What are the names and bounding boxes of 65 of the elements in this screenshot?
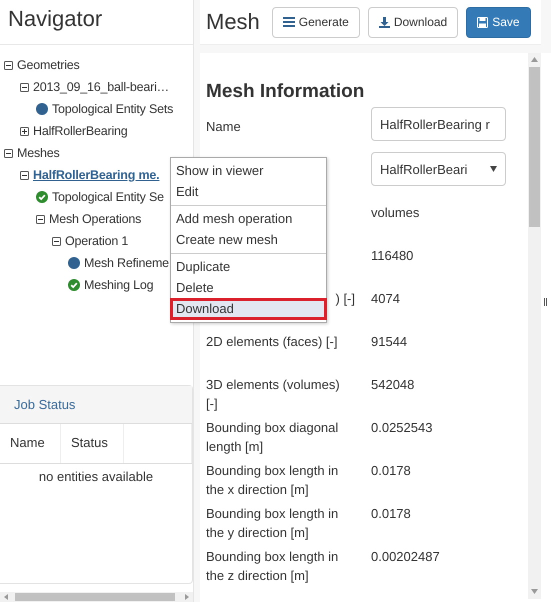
collapse-icon[interactable] <box>20 82 29 92</box>
page-title: Mesh <box>206 9 260 35</box>
field-value: 0.0178 <box>371 505 412 523</box>
collapse-icon[interactable] <box>20 170 29 180</box>
navigator-title: Navigator <box>0 0 193 45</box>
field-value: 542048 <box>371 376 416 394</box>
grip-icon[interactable] <box>544 298 547 306</box>
check-icon <box>68 279 80 291</box>
collapse-icon[interactable] <box>4 60 13 70</box>
check-icon <box>36 191 48 203</box>
menu-item[interactable]: Delete <box>171 278 326 298</box>
tree-item[interactable]: HalfRollerBearing <box>33 124 128 138</box>
horizontal-scrollbar[interactable] <box>0 592 193 602</box>
tree-item[interactable]: 2013_09_16_ball-beari… <box>33 80 169 94</box>
caret-icon <box>490 166 497 172</box>
tree-item[interactable]: Meshes <box>17 146 60 160</box>
tree-item[interactable]: HalfRollerBearing me. <box>33 168 160 182</box>
tree-item[interactable]: Mesh Refineme <box>84 256 169 270</box>
collapse-icon[interactable] <box>4 148 13 158</box>
geometry-select[interactable]: HalfRollerBeari <box>371 152 506 186</box>
circle-icon <box>36 103 48 115</box>
field-label: Bounding box diagonal length [m] <box>206 419 340 456</box>
menu-item[interactable]: Create new mesh <box>171 230 326 250</box>
menu-item[interactable]: Duplicate <box>171 257 326 277</box>
expand-icon[interactable] <box>20 126 29 136</box>
panel-title: Job Status <box>0 386 192 424</box>
tree-item[interactable]: Mesh Operations <box>49 212 142 226</box>
name-field[interactable]: HalfRollerBearing r <box>371 107 506 141</box>
field-value: volumes <box>371 204 420 222</box>
download-button[interactable]: Download <box>368 6 458 38</box>
save-icon <box>477 16 488 28</box>
menu-item[interactable]: Show in viewer <box>171 161 326 181</box>
field-value: 91544 <box>371 333 408 351</box>
field-label: Bounding box length in the x direction [m] <box>206 462 340 499</box>
field-label: ) [-] <box>336 291 355 306</box>
save-button[interactable]: Save <box>466 6 531 38</box>
field-label: 2D elements (faces) [-] <box>206 333 338 351</box>
column-header[interactable]: Status <box>61 424 124 463</box>
empty-message: no entities available <box>38 468 154 486</box>
field-value: 0.0178 <box>371 462 412 480</box>
vertical-scrollbar[interactable] <box>528 53 541 599</box>
collapse-icon[interactable] <box>52 236 61 246</box>
collapse-icon[interactable] <box>36 214 45 224</box>
menu-item[interactable]: Add mesh operation <box>171 209 326 229</box>
field-value: 4074 <box>371 290 401 308</box>
column-header[interactable]: Name <box>0 424 61 463</box>
section-title: Mesh Information <box>206 81 366 103</box>
field-label: Name <box>206 118 242 136</box>
tree-item[interactable]: Topological Entity Sets <box>52 102 174 116</box>
generate-button[interactable]: Generate <box>272 6 360 38</box>
field-label: Bounding box length in the z direction [m] <box>206 548 340 585</box>
field-label: 3D elements (volumes) [-] <box>206 376 341 413</box>
list-icon <box>282 17 295 27</box>
menu-item[interactable]: Edit <box>171 182 326 202</box>
tree-item[interactable]: Meshing Log <box>84 278 154 292</box>
circle-icon <box>68 257 80 269</box>
field-value: 0.0252543 <box>371 419 434 437</box>
tree-item[interactable]: Topological Entity Se <box>52 190 164 204</box>
tree-item[interactable]: Geometries <box>17 58 80 72</box>
field-label: Bounding box length in the y direction [m] <box>206 505 340 542</box>
download-icon <box>378 16 390 28</box>
field-value: 0.00202487 <box>371 548 441 566</box>
field-value: 116480 <box>371 247 414 265</box>
tree-item[interactable]: Operation 1 <box>65 234 128 248</box>
menu-item[interactable]: Download <box>171 299 326 319</box>
